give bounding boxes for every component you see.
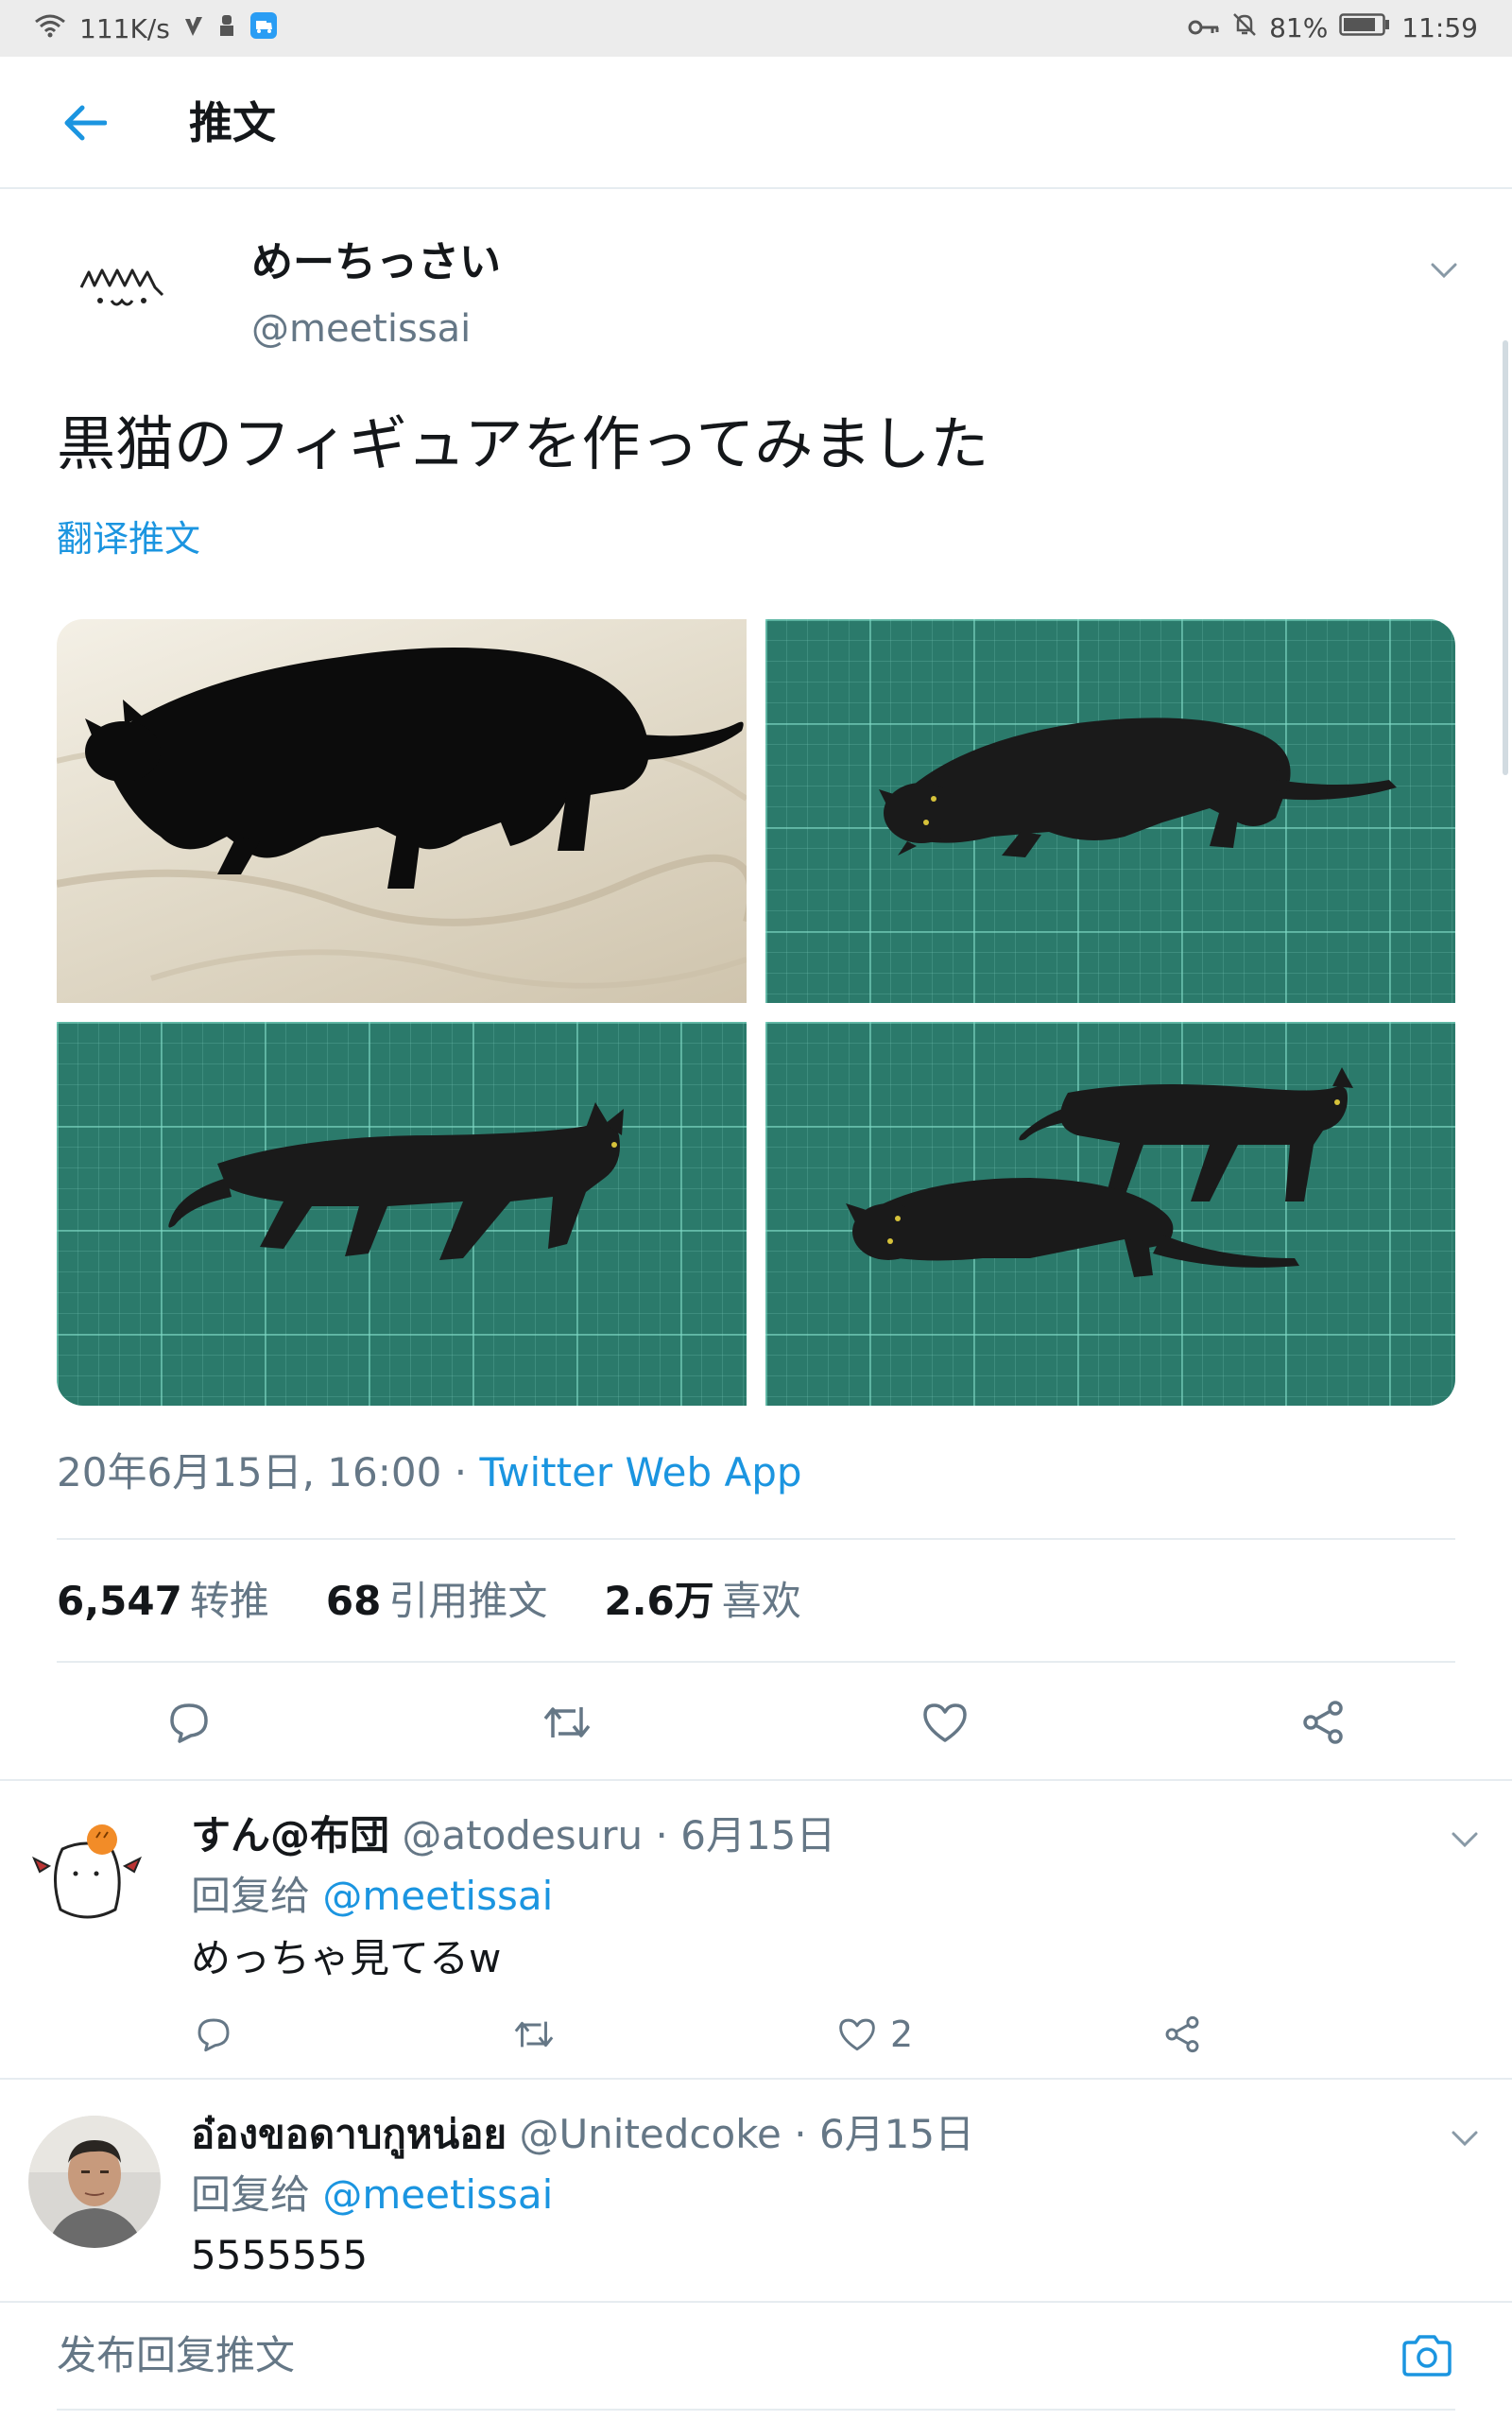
stat-label: 引用推文 <box>388 1578 548 1624</box>
reply-author-name[interactable]: すん@布団 <box>191 1812 389 1858</box>
author-name[interactable]: めーちっさい <box>251 236 501 289</box>
compose-reply-bar: 发布回复推文 <box>0 2301 1512 2420</box>
back-button[interactable] <box>49 95 121 151</box>
clock: 11:59 <box>1401 12 1478 43</box>
stat-label: 转推 <box>189 1578 269 1624</box>
like-count[interactable]: 2.6万 喜欢 <box>604 1575 800 1628</box>
meta-separator: · <box>454 1449 468 1495</box>
reply-icon <box>170 1703 208 1743</box>
signal-icon <box>183 13 204 44</box>
tweet-text: 黒猫のフィギュアを作ってみました <box>57 409 989 478</box>
tweet-timestamp: 20年6月15日, 16:00 <box>57 1449 442 1495</box>
compose-underline <box>57 2409 1455 2411</box>
reply-avatar[interactable] <box>28 2116 161 2248</box>
like-icon <box>839 2018 875 2051</box>
separator <box>0 2078 1512 2080</box>
share-button[interactable] <box>1289 1688 1357 1756</box>
network-speed: 111K/s <box>79 13 170 44</box>
photo-figure-standing[interactable] <box>57 1022 747 1406</box>
retweet-button[interactable] <box>533 1688 601 1756</box>
tweet-menu-button[interactable] <box>1418 248 1470 293</box>
reply-to-prefix: 回复给 <box>191 1873 311 1919</box>
tweet-source-link[interactable]: Twitter Web App <box>479 1449 801 1495</box>
separator <box>0 1779 1512 1781</box>
reply-header: すん@布団 @atodesuru · 6月15日 <box>191 1809 835 1862</box>
vpn-key-icon <box>1188 12 1220 43</box>
reply-menu-button[interactable] <box>1438 2116 1491 2161</box>
stat-number: 6,547 <box>57 1578 182 1624</box>
media-grid <box>57 619 1455 1406</box>
tweet-actions <box>0 1688 1512 1756</box>
status-bar: 111K/s 81% 11:59 <box>0 0 1512 57</box>
photo-figure-lying[interactable] <box>765 619 1455 1003</box>
reply-reply-button[interactable] <box>195 2008 232 2061</box>
wifi-icon <box>34 12 66 45</box>
translate-tweet-link[interactable]: 翻译推文 <box>57 514 200 563</box>
tweet-timestamp-row: 20年6月15日, 16:00 · Twitter Web App <box>57 1446 802 1499</box>
reply-share-button[interactable] <box>1162 2008 1202 2061</box>
reply-to-line: 回复给 @meetissai <box>191 2169 553 2221</box>
photo-two-figures[interactable] <box>765 1022 1455 1406</box>
reply-date: · 6月15日 <box>655 1812 836 1858</box>
scrollbar-thumb[interactable] <box>1503 340 1508 775</box>
app-badge-icon <box>249 11 278 46</box>
stat-number: 68 <box>325 1578 382 1624</box>
reply-author-name[interactable]: อ๋องขอดาบกูหน่อย <box>191 2111 507 2157</box>
reply-like-button[interactable]: 2 <box>837 2008 913 2061</box>
stat-label: 喜欢 <box>721 1578 801 1624</box>
reply-like-count: 2 <box>890 2014 914 2055</box>
reply-button[interactable] <box>155 1688 223 1756</box>
chevron-down-icon <box>1452 2131 1478 2147</box>
app-bar: 推文 <box>0 57 1512 189</box>
camera-icon <box>1402 2335 1452 2377</box>
tweet-stats: 6,547 转推 68 引用推文 2.6万 喜欢 <box>57 1575 801 1628</box>
reply-to-line: 回复给 @meetissai <box>191 1870 553 1923</box>
reply-header: อ๋องขอดาบกูหน่อย @Unitedcoke · 6月15日 <box>191 2108 974 2161</box>
share-icon <box>1303 1701 1343 1744</box>
author-avatar[interactable] <box>57 219 189 352</box>
chevron-down-icon <box>1431 263 1457 279</box>
like-icon <box>923 1703 967 1742</box>
battery-icon <box>1339 12 1390 43</box>
author-handle[interactable]: @meetissai <box>251 304 471 354</box>
quote-count[interactable]: 68 引用推文 <box>326 1575 547 1628</box>
camera-button[interactable] <box>1397 2327 1457 2384</box>
chevron-down-icon <box>1452 1832 1478 1848</box>
reply-to-mention[interactable]: @meetissai <box>322 1873 553 1919</box>
reply-author-handle[interactable]: @Unitedcoke <box>519 2111 781 2157</box>
page-title: 推文 <box>189 97 276 148</box>
reply-icon <box>198 2018 230 2052</box>
reply-retweet-button[interactable] <box>512 2008 556 2061</box>
reply-text: めっちゃ見てるw <box>191 1935 502 1981</box>
like-button[interactable] <box>911 1688 979 1756</box>
retweet-icon <box>514 2021 554 2048</box>
compose-reply-input[interactable]: 发布回复推文 <box>57 2329 295 2382</box>
battery-percent: 81% <box>1269 12 1329 43</box>
reply-menu-button[interactable] <box>1438 1817 1491 1862</box>
reply-avatar[interactable] <box>21 1809 153 1942</box>
retweet-count[interactable]: 6,547 转推 <box>57 1575 269 1628</box>
reply-date: · 6月15日 <box>794 2111 975 2157</box>
mute-icon <box>1231 11 1258 44</box>
reply-to-mention[interactable]: @meetissai <box>322 2171 553 2218</box>
reply-author-handle[interactable]: @atodesuru <box>402 1812 643 1858</box>
reply-to-prefix: 回复给 <box>191 2171 311 2218</box>
share-icon <box>1165 2015 1199 2053</box>
reply-text: 5555555 <box>191 2232 369 2278</box>
retweet-icon <box>543 1707 591 1737</box>
stat-number: 2.6万 <box>604 1578 714 1624</box>
divider <box>57 1661 1455 1663</box>
divider <box>57 1538 1455 1540</box>
photo-real-cat[interactable] <box>57 619 747 1003</box>
notification-icon <box>217 13 236 44</box>
back-arrow-icon <box>64 105 107 141</box>
